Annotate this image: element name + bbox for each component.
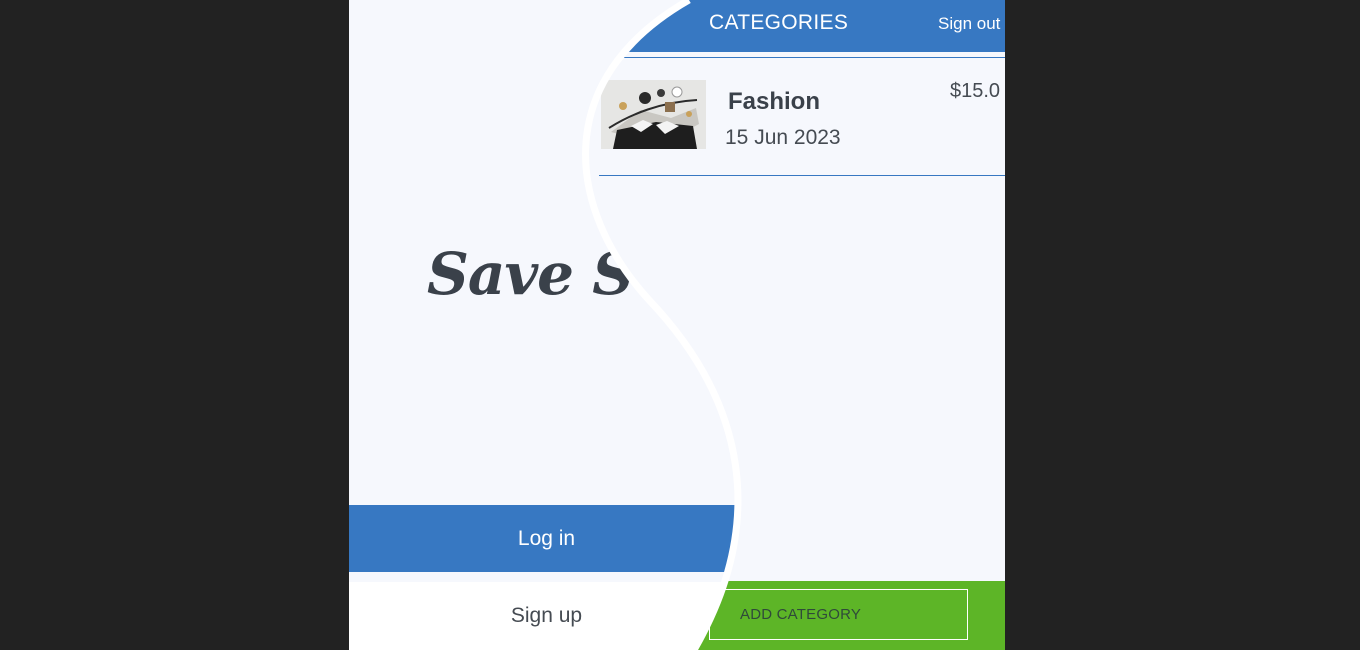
page-title: CATEGORIES bbox=[709, 11, 849, 34]
signout-link[interactable]: Sign out bbox=[938, 14, 1000, 34]
category-name: Fashion bbox=[728, 88, 821, 115]
category-date: 15 Jun 2023 bbox=[725, 126, 841, 149]
login-button[interactable]: Log in bbox=[349, 505, 759, 572]
fashion-thumbnail-icon bbox=[601, 80, 706, 149]
add-category-button[interactable]: ADD CATEGORY bbox=[709, 589, 968, 640]
category-amount: $15.0 bbox=[950, 80, 1001, 102]
app-viewport: Save Sens Log in Sign up CATEGORIES Sign… bbox=[349, 0, 1005, 650]
add-category-label: ADD CATEGORY bbox=[740, 606, 862, 623]
signup-button[interactable]: Sign up bbox=[349, 582, 759, 650]
category-row[interactable]: Fashion 15 Jun 2023 $15.0 bbox=[599, 58, 1005, 176]
